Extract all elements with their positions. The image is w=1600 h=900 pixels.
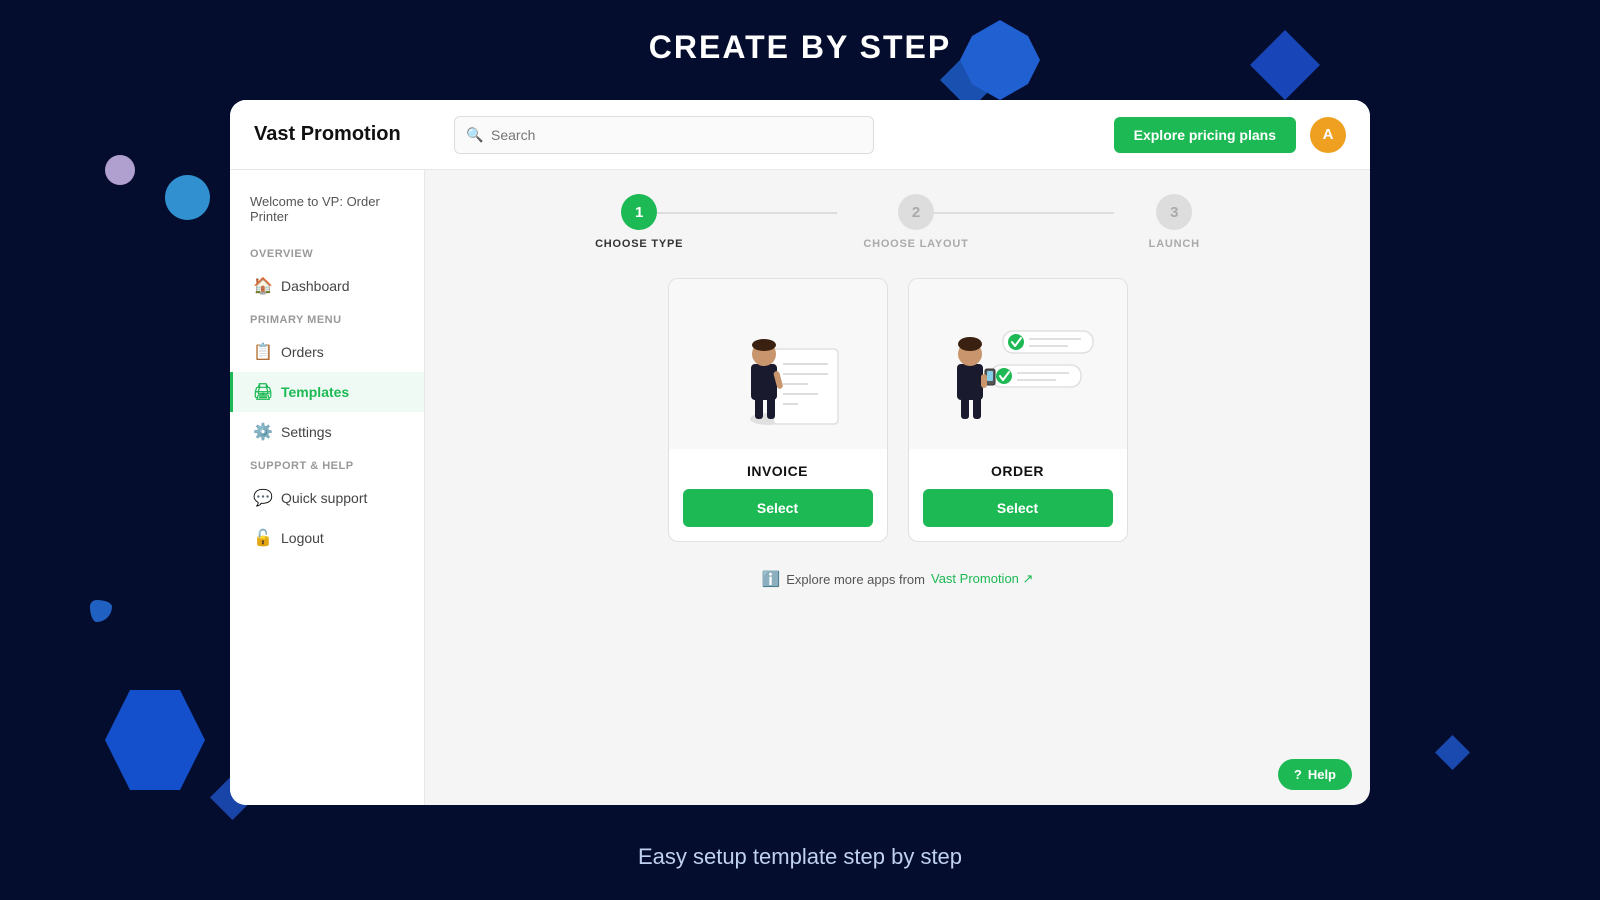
bg-crystal-4 — [105, 690, 205, 790]
bg-circle-1 — [105, 155, 135, 185]
logout-icon: 🔓 — [253, 528, 271, 548]
main-card: Vast Promotion 🔍 Explore pricing plans A… — [230, 100, 1370, 805]
invoice-card-footer: INVOICE Select — [669, 449, 887, 541]
brand-name: Vast Promotion — [254, 123, 454, 146]
page-footer: Easy setup template step by step — [0, 844, 1600, 870]
bg-crystal-6 — [1435, 735, 1470, 770]
sidebar-label-templates: Templates — [281, 384, 349, 400]
step-1: 1 CHOOSE TYPE — [595, 194, 683, 250]
sidebar-section-support: SUPPORT & HELP — [230, 452, 424, 478]
step-3: 3 LAUNCH — [1149, 194, 1200, 250]
step-1-label: CHOOSE TYPE — [595, 238, 683, 250]
invoice-label: INVOICE — [747, 463, 808, 479]
topbar: Vast Promotion 🔍 Explore pricing plans A — [230, 100, 1370, 170]
step-3-circle: 3 — [1156, 194, 1192, 230]
avatar: A — [1310, 117, 1346, 153]
search-input[interactable] — [454, 116, 874, 154]
sidebar: Welcome to VP: Order Printer OVERVIEW 🏠 … — [230, 170, 425, 805]
step-2: 2 CHOOSE LAYOUT — [863, 194, 968, 250]
order-select-button[interactable]: Select — [923, 489, 1113, 527]
order-illustration — [909, 279, 1127, 449]
home-icon: 🏠 — [253, 276, 271, 296]
orders-icon: 📋 — [253, 342, 271, 362]
topbar-right: Explore pricing plans A — [1114, 117, 1346, 153]
sidebar-item-logout[interactable]: 🔓 Logout — [230, 518, 424, 558]
sidebar-label-quick-support: Quick support — [281, 490, 367, 506]
sidebar-label-settings: Settings — [281, 424, 332, 440]
invoice-card: INVOICE Select — [668, 278, 888, 542]
step-2-label: CHOOSE LAYOUT — [863, 238, 968, 250]
order-svg — [933, 289, 1103, 439]
welcome-text: Welcome to VP: Order Printer — [230, 186, 424, 240]
content-area: 1 CHOOSE TYPE 2 CHOOSE LAYOUT 3 LAUNCH — [425, 170, 1370, 805]
chat-icon: 💬 — [253, 488, 271, 508]
sidebar-item-settings[interactable]: ⚙️ Settings — [230, 412, 424, 452]
step-1-circle: 1 — [621, 194, 657, 230]
search-container: 🔍 — [454, 116, 874, 154]
sidebar-label-orders: Orders — [281, 344, 324, 360]
order-card-footer: ORDER Select — [909, 449, 1127, 541]
templates-icon: 🖨 — [253, 382, 271, 402]
invoice-illustration — [669, 279, 887, 449]
search-icon: 🔍 — [466, 126, 483, 143]
info-icon: ℹ️ — [762, 570, 781, 588]
sidebar-item-templates[interactable]: 🖨 Templates — [230, 372, 424, 412]
invoice-svg — [693, 289, 863, 439]
sidebar-label-dashboard: Dashboard — [281, 278, 350, 294]
vast-promotion-link[interactable]: Vast Promotion ↗ — [931, 571, 1033, 587]
sidebar-item-quick-support[interactable]: 💬 Quick support — [230, 478, 424, 518]
sidebar-section-primary: PRIMARY MENU — [230, 306, 424, 332]
order-card: ORDER Select — [908, 278, 1128, 542]
sidebar-label-logout: Logout — [281, 530, 324, 546]
step-2-circle: 2 — [898, 194, 934, 230]
explore-pricing-button[interactable]: Explore pricing plans — [1114, 117, 1296, 153]
page-title: CREATE BY STEP — [649, 29, 951, 66]
type-cards-row: INVOICE Select — [457, 278, 1338, 542]
sidebar-item-orders[interactable]: 📋 Orders — [230, 332, 424, 372]
help-label: Help — [1308, 767, 1336, 782]
page-subtitle: Easy setup template step by step — [638, 844, 962, 870]
step-3-label: LAUNCH — [1149, 238, 1200, 250]
bg-circle-3 — [90, 600, 112, 622]
order-label: ORDER — [991, 463, 1044, 479]
sidebar-item-dashboard[interactable]: 🏠 Dashboard — [230, 266, 424, 306]
bg-circle-2 — [165, 175, 210, 220]
page-header: CREATE BY STEP — [0, 0, 1600, 95]
sidebar-section-overview: OVERVIEW — [230, 240, 424, 266]
explore-footer: ℹ️ Explore more apps from Vast Promotion… — [457, 570, 1338, 588]
stepper: 1 CHOOSE TYPE 2 CHOOSE LAYOUT 3 LAUNCH — [457, 194, 1338, 250]
body-area: Welcome to VP: Order Printer OVERVIEW 🏠 … — [230, 170, 1370, 805]
help-button[interactable]: ? Help — [1278, 759, 1352, 790]
explore-text: Explore more apps from — [786, 572, 925, 587]
help-icon: ? — [1294, 767, 1302, 782]
invoice-select-button[interactable]: Select — [683, 489, 873, 527]
settings-icon: ⚙️ — [253, 422, 271, 442]
